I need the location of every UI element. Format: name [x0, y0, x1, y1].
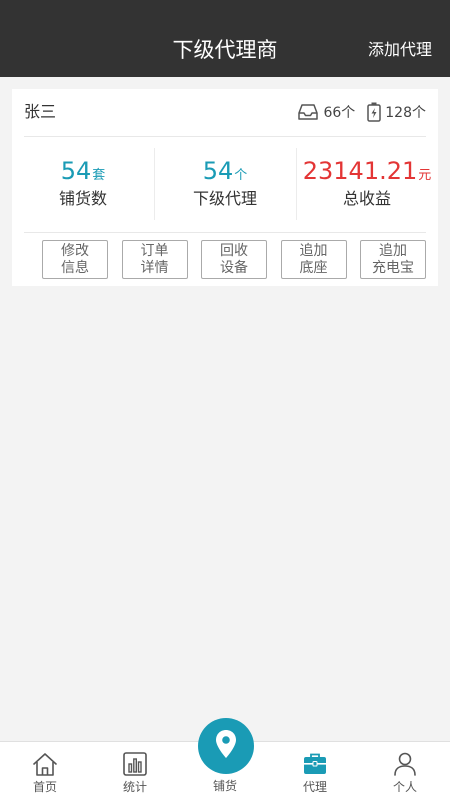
agent-name: 张三	[24, 102, 57, 121]
agent-card-header: 张三 66个 128个	[12, 89, 438, 136]
edit-info-button[interactable]: 修改 信息	[42, 240, 108, 279]
agent-card: 张三 66个 128个 54套 铺货数 54个 下级代理 23141.21元 总…	[12, 89, 438, 286]
tab-deploy-label: 铺货	[212, 779, 237, 793]
add-dock-button[interactable]: 追加 底座	[280, 240, 347, 279]
tab-deploy[interactable]	[198, 718, 254, 774]
inbox-icon	[297, 103, 319, 121]
tab-agent-label: 代理	[302, 780, 327, 794]
tab-profile[interactable]: 个人	[360, 742, 450, 800]
tab-stats-label: 统计	[122, 780, 147, 794]
add-agent-button[interactable]: 添加代理	[368, 38, 432, 62]
stat-earnings-label: 总收益	[342, 189, 391, 208]
tab-stats[interactable]: 统计	[90, 742, 180, 800]
tab-profile-label: 个人	[392, 780, 417, 794]
recycle-device-button[interactable]: 回收 设备	[201, 240, 267, 279]
stat-deployed-label: 铺货数	[58, 189, 107, 208]
nav-header: 下级代理商 添加代理	[0, 0, 450, 77]
battery-count: 128个	[385, 105, 426, 121]
stat-earnings-value: 23141.21	[302, 157, 418, 185]
stat-deployed-unit: 套	[92, 168, 106, 183]
inbox-count: 66个	[323, 105, 356, 121]
action-buttons: 修改 信息 订单 详情 回收 设备 追加 底座 追加 充电宝	[42, 240, 426, 279]
tab-agent[interactable]: 代理	[270, 742, 360, 800]
stat-deployed-value: 54	[60, 157, 92, 185]
stat-sub-agents-label: 下级代理	[192, 189, 257, 208]
stat-deployed: 54套 铺货数	[12, 148, 154, 220]
stat-sub-agents-value: 54	[202, 157, 234, 185]
stat-earnings-unit: 元	[418, 168, 432, 183]
stat-earnings: 23141.21元 总收益	[296, 148, 438, 220]
bar-chart-icon	[90, 750, 180, 778]
order-details-button[interactable]: 订单 详情	[121, 240, 188, 279]
device-counts: 66个 128个	[297, 102, 426, 122]
stat-sub-agents-unit: 个	[234, 168, 248, 183]
stat-sub-agents: 54个 下级代理	[154, 148, 296, 220]
location-pin-icon	[214, 729, 238, 763]
home-icon	[0, 750, 90, 778]
briefcase-icon	[270, 750, 360, 778]
divider	[24, 232, 426, 233]
stats-row: 54套 铺货数 54个 下级代理 23141.21元 总收益	[12, 148, 438, 220]
divider	[24, 136, 426, 137]
battery-charge-icon	[367, 102, 382, 122]
add-power-bank-button[interactable]: 追加 充电宝	[360, 240, 426, 279]
person-icon	[360, 750, 450, 778]
tab-home[interactable]: 首页	[0, 742, 90, 800]
tab-home-label: 首页	[32, 780, 57, 794]
